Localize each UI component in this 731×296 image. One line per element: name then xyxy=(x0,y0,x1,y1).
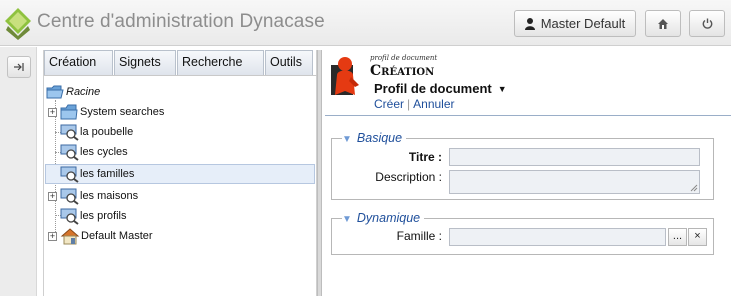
document-title: Création xyxy=(370,63,435,79)
tree-item-houses[interactable]: + les maisons xyxy=(48,186,138,206)
search-folder-icon xyxy=(60,208,79,225)
menu-tools[interactable]: Outils xyxy=(265,50,313,75)
app-title: Centre d'administration Dynacase xyxy=(37,11,325,32)
title-label: Titre : xyxy=(408,150,442,164)
tree-item-label: les profils xyxy=(80,210,127,222)
family-selector-label: Profil de document xyxy=(374,81,492,96)
home-folder-icon xyxy=(60,228,80,245)
description-label: Description : xyxy=(375,170,442,184)
tree-item-cycles[interactable]: les cycles xyxy=(60,142,128,162)
navigation-panel: Création Signets Recherche Outils Racine… xyxy=(43,50,317,296)
expand-icon[interactable]: + xyxy=(48,231,57,241)
document-actions: Créer | Annuler xyxy=(374,97,455,111)
expand-panel-button[interactable] xyxy=(7,56,31,78)
title-divider xyxy=(325,115,731,116)
tree-item-label: les maisons xyxy=(80,190,139,202)
link-separator: | xyxy=(407,97,411,111)
folder-icon xyxy=(46,85,64,99)
power-icon xyxy=(702,18,712,29)
basic-legend-text: Basique xyxy=(356,131,403,145)
tree-item-label: les cycles xyxy=(80,146,128,158)
dynamic-legend-text: Dynamique xyxy=(356,211,421,225)
tree-root[interactable]: Racine xyxy=(46,82,100,102)
folder-icon xyxy=(60,104,78,120)
document-caption: profil de document xyxy=(370,54,438,62)
home-icon xyxy=(658,18,668,29)
family-input[interactable] xyxy=(449,228,666,246)
resize-grip-icon[interactable] xyxy=(690,184,698,192)
search-folder-icon xyxy=(60,188,79,205)
description-textarea[interactable] xyxy=(449,170,700,194)
tree-item-trash[interactable]: la poubelle xyxy=(60,122,133,142)
create-link[interactable]: Créer xyxy=(374,97,404,111)
dynacase-logo-icon xyxy=(5,8,31,40)
tree-item-label: la poubelle xyxy=(80,126,134,138)
tree-root-label: Racine xyxy=(66,86,101,98)
basic-legend[interactable]: ▼ Basique xyxy=(342,131,406,145)
home-button[interactable] xyxy=(645,10,681,37)
side-strip xyxy=(0,47,37,296)
tree-item-label: les familles xyxy=(80,168,135,180)
user-icon xyxy=(524,17,535,30)
tree-item-system-searches[interactable]: + System searches xyxy=(48,102,164,122)
dynamic-legend[interactable]: ▼ Dynamique xyxy=(342,211,424,225)
tree-item-profiles[interactable]: les profils xyxy=(60,206,126,226)
search-folder-icon xyxy=(60,144,79,161)
family-field-label: Famille : xyxy=(396,229,442,243)
clear-button[interactable]: × xyxy=(688,228,707,246)
collapse-triangle-icon: ▼ xyxy=(342,134,352,145)
user-button[interactable]: Master Default xyxy=(514,10,636,37)
logout-button[interactable] xyxy=(689,10,725,37)
expand-right-icon xyxy=(14,63,24,71)
profile-person-icon xyxy=(331,57,359,95)
panel-splitter[interactable] xyxy=(317,50,322,296)
search-folder-icon xyxy=(60,124,79,141)
menu-bookmarks[interactable]: Signets xyxy=(114,50,176,75)
collapse-triangle-icon: ▼ xyxy=(342,214,352,225)
expand-icon[interactable]: + xyxy=(48,107,57,117)
tree-item-label: Default Master xyxy=(81,230,153,242)
user-name: Master Default xyxy=(540,16,626,31)
menu-search[interactable]: Recherche xyxy=(177,50,264,75)
expand-icon[interactable]: + xyxy=(48,191,57,201)
dropdown-arrow-icon: ▼ xyxy=(497,83,507,94)
cancel-link[interactable]: Annuler xyxy=(413,97,454,111)
title-input[interactable] xyxy=(449,148,700,166)
menu-bar: Création Signets Recherche Outils xyxy=(44,50,317,76)
family-selector[interactable]: Profil de document ▼ xyxy=(374,81,507,96)
menu-creation[interactable]: Création xyxy=(44,50,113,75)
tree-item-label: System searches xyxy=(80,106,165,118)
tree-item-default-master[interactable]: + Default Master xyxy=(48,226,153,246)
browse-button[interactable]: ... xyxy=(668,228,687,246)
app-header: Centre d'administration Dynacase Master … xyxy=(0,0,731,46)
tree-item-families[interactable]: les familles xyxy=(45,164,315,184)
search-folder-icon xyxy=(60,166,79,183)
